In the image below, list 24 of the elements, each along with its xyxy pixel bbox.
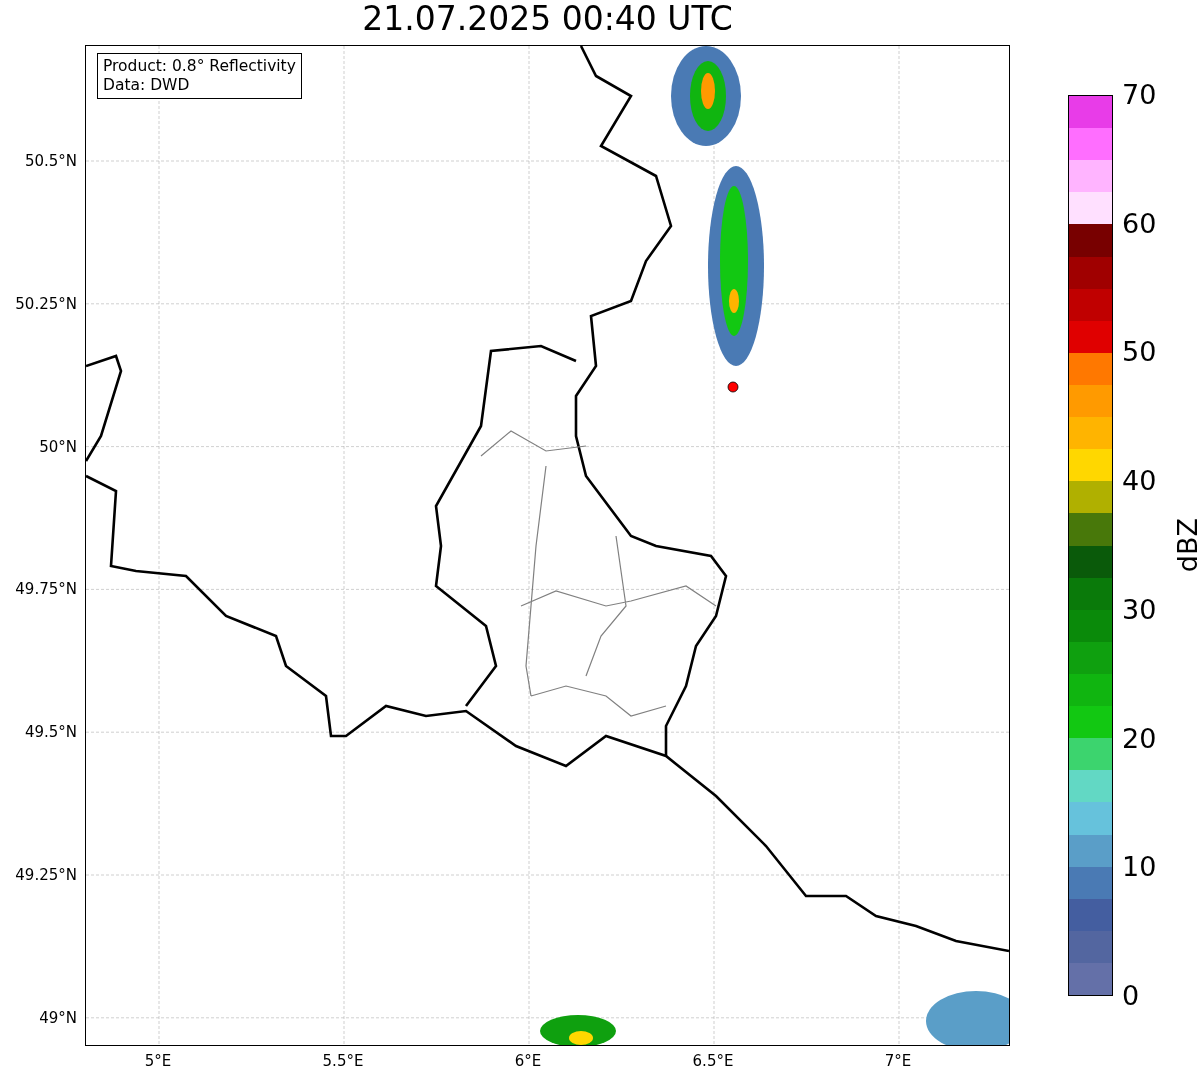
colorbar-tick-label: 60 [1122,208,1158,239]
axis-tick-label: 6.5°E [692,1052,734,1070]
colorbar-tick-label: 70 [1122,80,1158,110]
colorbar-tick-label: 0 [1122,980,1141,1011]
colorbar-tick-label: 30 [1122,594,1158,625]
colorbar-tick-label: 40 [1122,466,1158,497]
colorbar-label: dBZ [1172,518,1202,573]
axis-tick-label: 49.5°N [24,723,77,742]
axis-tick-label: 7°E [884,1052,912,1070]
axis-tick-label: 49.75°N [15,580,77,599]
colorbar-tick-label: 10 [1122,852,1158,883]
axis-tick-label: 50.25°N [15,294,77,313]
axis-tick-label: 50°N [39,437,77,456]
axis-tick-label: 5°E [144,1052,172,1070]
colorbar-tick-label: 20 [1122,723,1158,754]
axis-tick-label: 6°E [514,1052,542,1070]
axis-tick-label: 49°N [39,1008,77,1027]
axis-tick-label: 49.25°N [15,866,77,884]
info-text: Data: DWD [103,76,191,95]
axis-tick-label: 5.5°E [322,1052,364,1070]
info-text: Product: 0.8° Reflectivity [103,57,296,76]
colorbar-tick-label: 50 [1122,337,1158,368]
figure-title: 21.07.2025 00:40 UTC [362,0,733,40]
axis-tick-label: 50.5°N [24,152,77,170]
